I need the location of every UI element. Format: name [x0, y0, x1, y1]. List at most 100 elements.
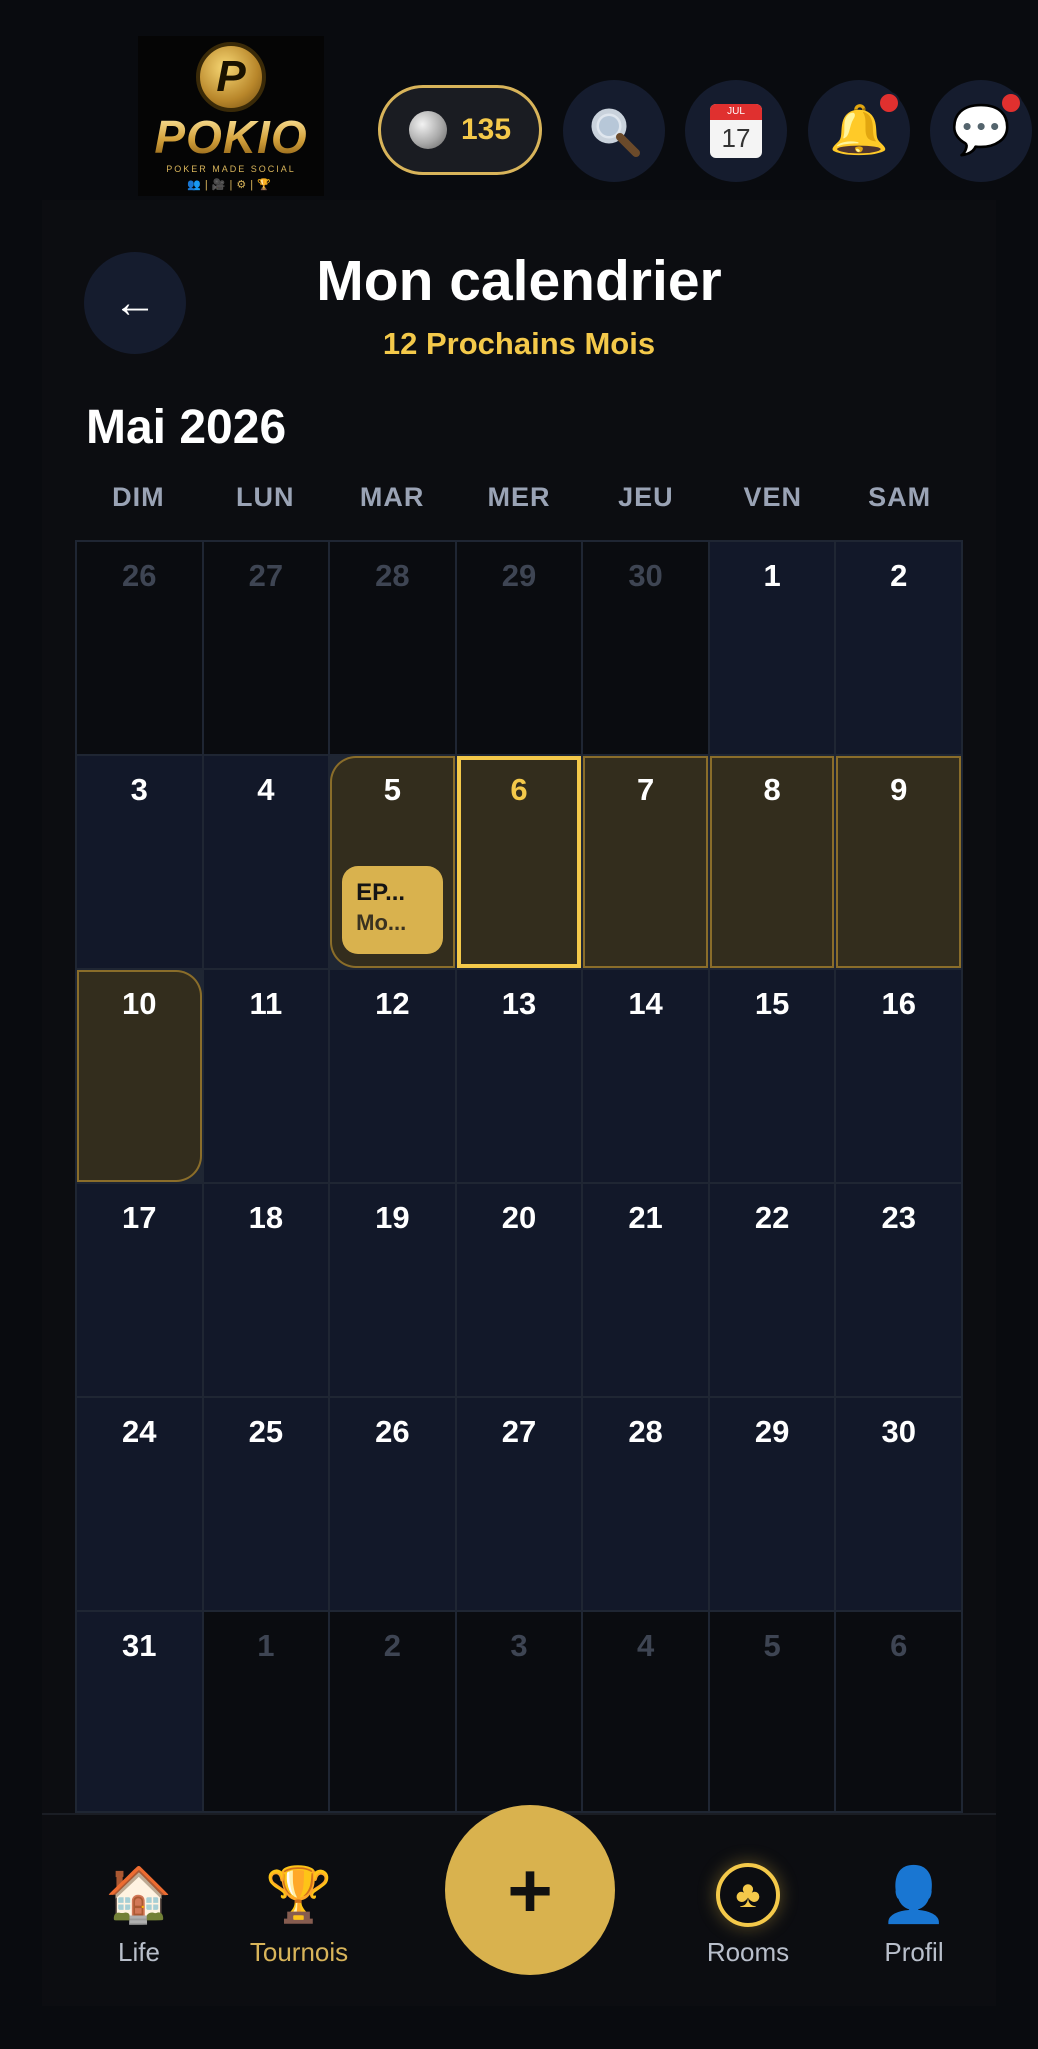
logo-chip-icon: P — [196, 41, 266, 112]
house-icon: 🏠 — [105, 1865, 173, 1925]
day-number: 31 — [122, 1628, 157, 1663]
day-number: 24 — [122, 1414, 157, 1449]
day-cell[interactable]: 22 — [709, 1184, 835, 1396]
day-cell[interactable]: 20 — [456, 1184, 582, 1396]
day-cell[interactable]: 10 — [77, 970, 202, 1182]
day-number: 9 — [890, 772, 908, 807]
day-cell[interactable]: 26 — [77, 542, 202, 754]
day-number: 13 — [501, 986, 537, 1021]
calendar-icon-day: 17 — [721, 123, 751, 153]
day-cell[interactable]: 11 — [203, 970, 329, 1182]
day-number: 8 — [763, 772, 781, 807]
nav-rooms[interactable]: ♣ Rooms — [673, 1863, 823, 1968]
day-number: 5 — [763, 1628, 781, 1663]
day-number: 6 — [510, 772, 528, 807]
nav-life[interactable]: 🏠 Life — [64, 1863, 214, 1968]
nav-tournois-label: Tournois — [249, 1937, 349, 1967]
day-number: 28 — [628, 1414, 663, 1449]
day-number: 22 — [754, 1200, 790, 1235]
day-cell[interactable]: 16 — [836, 970, 961, 1182]
day-cell[interactable]: 5 — [709, 1612, 835, 1811]
page-title: Mon calendrier — [316, 249, 722, 313]
day-cell[interactable]: 1 — [203, 1612, 329, 1811]
add-button[interactable]: + — [445, 1805, 615, 1975]
event-chip[interactable]: EP... Mo... — [342, 866, 443, 954]
day-cell[interactable]: 29 — [456, 542, 582, 754]
day-cell[interactable]: 28 — [583, 1398, 708, 1610]
day-number: 30 — [628, 558, 663, 593]
logo-icons-row: 👥|🎥|⚙|🏆 — [187, 178, 275, 191]
logo-tagline: POKER MADE SOCIAL — [166, 163, 296, 174]
day-cell[interactable]: 7 — [583, 756, 708, 968]
day-cell[interactable]: 21 — [583, 1184, 708, 1396]
day-cell[interactable]: 3 — [456, 1612, 582, 1811]
day-cell[interactable]: 25 — [203, 1398, 329, 1610]
day-cell[interactable]: 6 — [836, 1612, 961, 1811]
club-icon: ♣ — [716, 1863, 780, 1927]
day-cell[interactable]: 2 — [330, 1612, 455, 1811]
search-icon — [591, 108, 640, 157]
weekday-label: SAM — [868, 482, 932, 512]
day-cell[interactable]: 26 — [330, 1398, 455, 1610]
nav-life-label: Life — [118, 1937, 160, 1967]
day-cell[interactable]: 27 — [203, 542, 329, 754]
day-cell[interactable]: 31 — [77, 1612, 202, 1811]
weekday-label: MAR — [359, 482, 425, 512]
day-cell[interactable]: 17 — [77, 1184, 202, 1396]
logo-wordmark: POKIO — [154, 110, 308, 163]
day-cell[interactable]: 2 — [836, 542, 961, 754]
day-cell[interactable]: 5 EP... Mo... — [330, 756, 455, 968]
day-number: 11 — [249, 986, 283, 1021]
day-cell[interactable]: 15 — [709, 970, 835, 1182]
day-number: 16 — [881, 986, 916, 1021]
day-number: 3 — [510, 1628, 528, 1663]
nav-profil-label: Profil — [884, 1937, 944, 1967]
day-cell[interactable]: 29 — [709, 1398, 835, 1610]
day-cell[interactable]: 14 — [583, 970, 708, 1182]
weekday-label: LUN — [236, 482, 295, 512]
day-number: 2 — [890, 558, 908, 593]
month-title: Mai 2026 — [86, 401, 287, 454]
notifications-button[interactable]: 🔔 — [808, 80, 910, 182]
day-number: 4 — [636, 1628, 655, 1663]
chat-bubble-icon: 💬 — [951, 104, 1011, 157]
coin-balance-button[interactable]: 135 — [378, 85, 542, 175]
pokio-logo[interactable]: P POKIO POKER MADE SOCIAL 👥|🎥|⚙|🏆 — [138, 36, 324, 196]
day-cell[interactable]: 4 — [203, 756, 329, 968]
day-cell[interactable]: 4 — [583, 1612, 708, 1811]
weekday-label: MER — [487, 482, 551, 512]
day-number: 26 — [122, 558, 157, 593]
day-number: 28 — [375, 558, 410, 593]
calendar-icon: JUL 17 — [710, 104, 762, 158]
day-cell[interactable]: 24 — [77, 1398, 202, 1610]
day-cell[interactable]: 19 — [330, 1184, 455, 1396]
plus-icon: + — [507, 1846, 553, 1934]
day-number: 7 — [636, 772, 655, 807]
messages-button[interactable]: 💬 — [930, 80, 1032, 182]
day-cell[interactable]: 13 — [456, 970, 582, 1182]
day-cell[interactable]: 30 — [836, 1398, 961, 1610]
day-cell[interactable]: 3 — [77, 756, 202, 968]
notification-badge — [878, 92, 900, 114]
day-cell[interactable]: 23 — [836, 1184, 961, 1396]
day-cell[interactable]: 28 — [330, 542, 455, 754]
day-number: 26 — [375, 1414, 410, 1449]
calendar-button[interactable]: JUL 17 — [685, 80, 787, 182]
day-cell[interactable]: 1 — [709, 542, 835, 754]
day-number: 4 — [257, 772, 275, 807]
search-button[interactable] — [563, 80, 665, 182]
day-number: 2 — [383, 1628, 402, 1663]
nav-tournois[interactable]: 🏆 Tournois — [224, 1863, 374, 1968]
day-cell[interactable]: 30 — [583, 542, 708, 754]
day-number: 21 — [628, 1200, 663, 1235]
day-cell[interactable]: 18 — [203, 1184, 329, 1396]
day-number: 17 — [122, 1200, 157, 1235]
calendar-icon-month: JUL — [710, 104, 762, 120]
day-cell-today[interactable]: 6 — [456, 756, 582, 968]
trophy-icon: 🏆 — [265, 1865, 333, 1925]
nav-profil[interactable]: 👤 Profil — [839, 1863, 989, 1968]
day-cell[interactable]: 27 — [456, 1398, 582, 1610]
day-cell[interactable]: 12 — [330, 970, 455, 1182]
day-cell[interactable]: 8 — [709, 756, 835, 968]
day-cell[interactable]: 9 — [836, 756, 961, 968]
